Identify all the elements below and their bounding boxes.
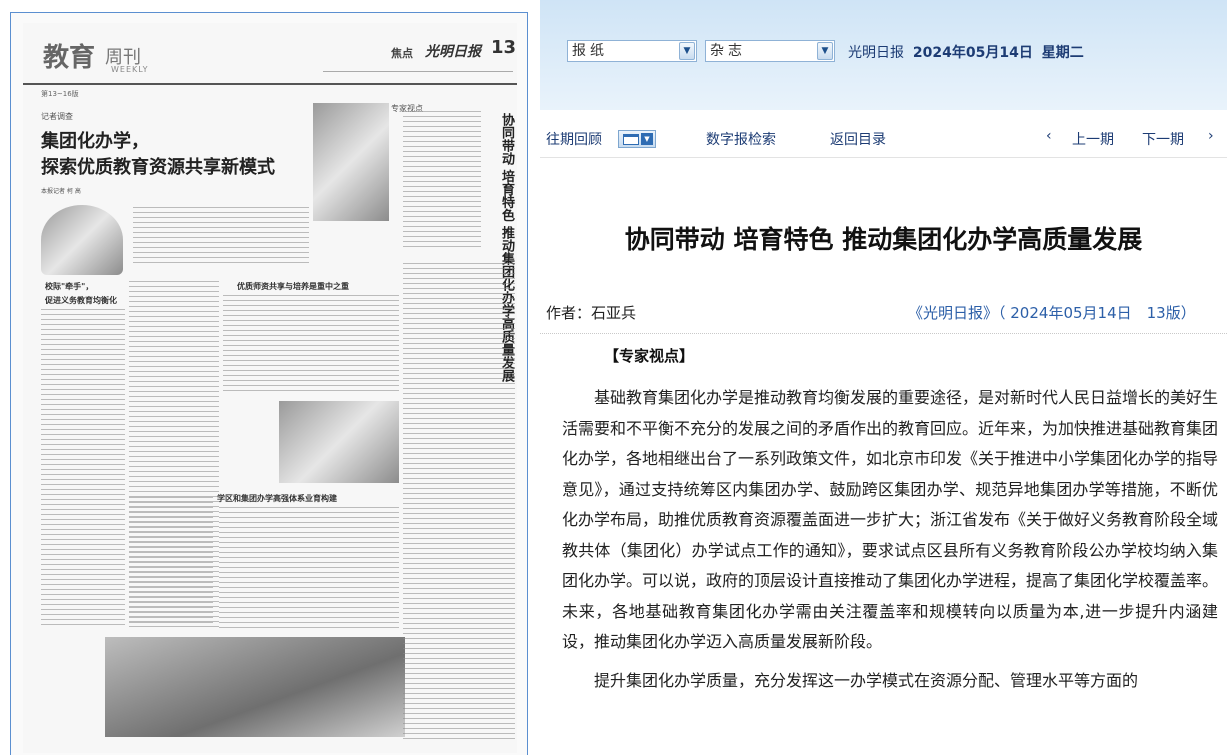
- next-issue-link[interactable]: 下一期: [1142, 129, 1184, 149]
- paper-select[interactable]: 报纸 ▼: [567, 40, 697, 62]
- headline-line-2: 探索优质教育资源共享新模式: [41, 157, 275, 178]
- photo-classroom: [279, 401, 399, 483]
- headline-line-1: 集团化办学，: [41, 131, 149, 152]
- issue-date: 光明日报 2024年05月14日 星期二: [848, 42, 1084, 62]
- article-paragraph: 基础教育集团化办学是推动教育均衡发展的重要途径，是对新时代人民日益增长的美好生活…: [562, 388, 1219, 651]
- article-section-label: 【专家视点】: [604, 347, 695, 365]
- section-reporter-label: 记者调查: [41, 112, 73, 121]
- text-column: [133, 207, 309, 267]
- masthead-weekly-en: WEEKLY: [111, 65, 149, 74]
- chevron-left-icon[interactable]: ‹: [1046, 128, 1052, 144]
- article-body: 基础教育集团化办学是推动教育均衡发展的重要途径，是对新时代人民日益增长的美好生活…: [562, 383, 1218, 704]
- newspaper-page-frame[interactable]: 教育 周刊 WEEKLY 焦点 光明日报 13 第13~16版 记者调查 集团化…: [10, 12, 528, 755]
- photo-children: [41, 205, 123, 275]
- calendar-button[interactable]: ▼: [618, 130, 656, 148]
- subhead-3: 优质师资共享与培养是重中之重: [237, 282, 349, 291]
- paper-select-value: 报纸: [572, 43, 608, 59]
- back-to-index-link[interactable]: 返回目录: [830, 129, 886, 149]
- subhead-4: 学区和集团办学高强体系业育构建: [217, 494, 337, 503]
- masthead-rule: [323, 71, 513, 77]
- prev-issue-link[interactable]: 上一期: [1072, 129, 1114, 149]
- past-issues-link[interactable]: 往期回顾: [546, 129, 602, 149]
- magazine-select[interactable]: 杂志 ▼: [705, 40, 835, 62]
- newspaper-masthead: 教育 周刊 WEEKLY 焦点 光明日报 13: [23, 23, 517, 85]
- text-column: [403, 111, 481, 251]
- text-column: [129, 497, 213, 627]
- masthead-focus-label: 焦点: [391, 47, 413, 60]
- text-column: [403, 263, 515, 743]
- date-prefix: 光明日报: [848, 45, 904, 61]
- text-column: [41, 309, 125, 629]
- masthead-title: 教育: [43, 43, 96, 73]
- masthead-pages-label: 第13~16版: [41, 90, 79, 98]
- text-column: [223, 295, 399, 395]
- digital-search-link[interactable]: 数字报检索: [706, 129, 776, 149]
- photo-students: [313, 103, 389, 221]
- newspaper-headline[interactable]: 集团化办学， 探索优质教育资源共享新模式: [41, 129, 321, 181]
- calendar-icon: [623, 134, 639, 145]
- text-column: [219, 507, 399, 629]
- article-source-link[interactable]: 《光明日报》（ 2024年05月14日 13版）: [908, 302, 1196, 323]
- chevron-down-icon: ▼: [641, 133, 653, 145]
- date-value: 2024年05月14日: [912, 45, 1033, 61]
- article-title: 协同带动 培育特色 推动集团化办学高质量发展: [624, 225, 1143, 254]
- subhead-2: 促进义务教育均衡化: [45, 296, 117, 305]
- article-author: 作者：石亚兵: [546, 304, 637, 322]
- chevron-right-icon[interactable]: ›: [1208, 128, 1214, 144]
- masthead-page-number: 13: [491, 37, 517, 58]
- chevron-down-icon[interactable]: ▼: [679, 42, 695, 60]
- newspaper-page[interactable]: 教育 周刊 WEEKLY 焦点 光明日报 13 第13~16版 记者调查 集团化…: [23, 23, 517, 753]
- article-paragraph: 提升集团化办学质量，充分发挥这一办学模式在资源分配、管理水平等方面的: [594, 670, 1139, 690]
- weekday: 星期二: [1041, 45, 1084, 61]
- masthead-brand-logo: 光明日报: [425, 44, 481, 60]
- chevron-down-icon[interactable]: ▼: [817, 42, 833, 60]
- newspaper-byline: 本报记者 柯 高: [41, 188, 81, 195]
- photo-reading-students: [105, 637, 405, 737]
- subhead-1: 校际"牵手"，: [45, 282, 94, 291]
- magazine-select-value: 杂志: [710, 43, 746, 59]
